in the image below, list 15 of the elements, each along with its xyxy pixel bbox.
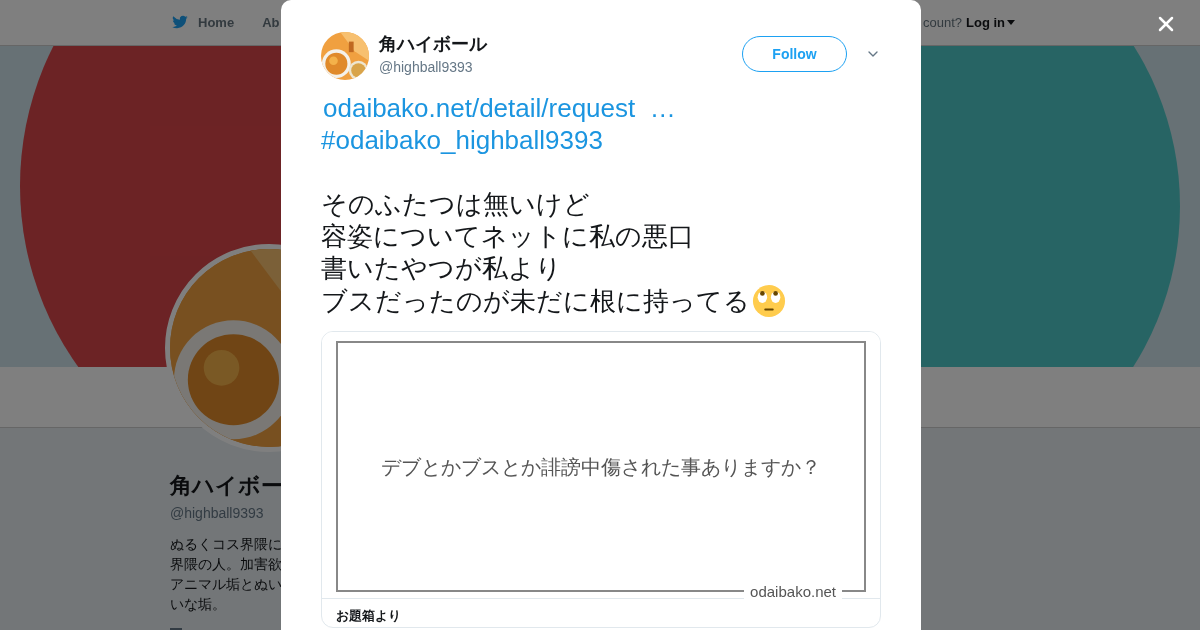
account-prompt: count? — [922, 13, 962, 32]
card-site: odaibako.net — [744, 583, 842, 600]
profile-name: 角ハイボー — [170, 472, 283, 500]
profile-handle: @highball9393 — [170, 504, 264, 523]
bio-line: いな垢。 — [170, 595, 226, 614]
bio-line: 界隈の人。加害欲 — [170, 555, 282, 574]
nav-link[interactable]: Home — [170, 12, 235, 33]
login-link[interactable]: Log in — [966, 12, 1015, 33]
nav-link[interactable]: Ab — [262, 12, 280, 33]
bio-line: アニマル垢とぬい — [170, 575, 282, 594]
bio-line: ぬるくコス界隈に — [170, 535, 282, 554]
bird-icon — [170, 14, 190, 31]
card-question: デブとかブスとか誹謗中傷された事ありますか？ — [381, 454, 821, 480]
caret-icon — [1007, 20, 1015, 25]
card-title: お題箱より — [336, 608, 401, 623]
